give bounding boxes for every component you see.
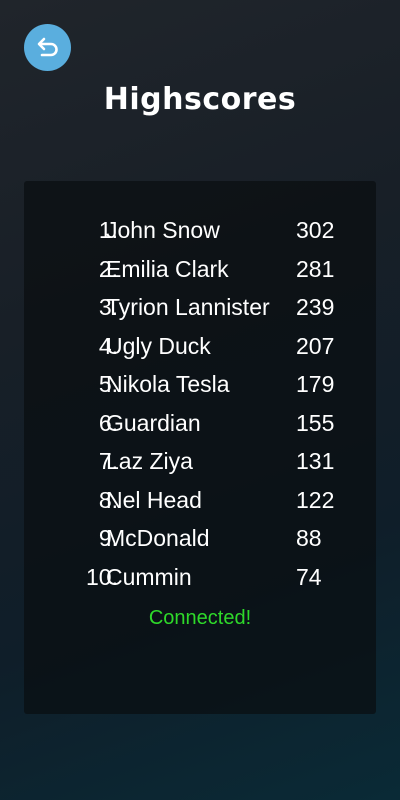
connection-status: Connected!: [148, 607, 252, 629]
highscore-row: 4. Ugly Duck 207: [24, 327, 376, 366]
highscore-row: 10. Cummin 74: [24, 558, 376, 597]
highscore-row: 3. Tyrion Lannister 239: [24, 288, 376, 327]
player-name: Tyrion Lannister: [106, 294, 270, 320]
player-score: 281: [296, 255, 335, 282]
highscore-row: 6. Guardian 155: [24, 404, 376, 443]
player-name: McDonald: [106, 525, 210, 551]
highscore-list: 1. John Snow 302 2. Emilia Clark 281 3. …: [24, 211, 376, 596]
page-title: Highscores: [103, 82, 297, 117]
player-score: 302: [296, 217, 335, 243]
player-score: 88: [296, 525, 322, 551]
player-name: Guardian: [106, 409, 201, 436]
undo-arrow-icon: [37, 37, 58, 56]
highscore-row: 9. McDonald 88: [24, 519, 376, 558]
highscore-row: 8. Nel Head 122: [24, 481, 376, 520]
player-name: Cummin: [106, 563, 192, 590]
player-name: Nel Head: [106, 486, 202, 513]
highscore-row: 5. Nikola Tesla 179: [24, 365, 376, 404]
highscore-row: 1. John Snow 302: [24, 211, 376, 250]
highscore-row: 7. Laz Ziya 131: [24, 442, 376, 481]
player-name: John Snow: [106, 217, 220, 243]
player-name: Laz Ziya: [106, 448, 193, 474]
back-button[interactable]: [24, 24, 71, 71]
highscore-panel: 1. John Snow 302 2. Emilia Clark 281 3. …: [24, 181, 376, 714]
player-score: 179: [296, 371, 335, 397]
player-score: 122: [296, 486, 335, 513]
player-score: 239: [296, 294, 335, 320]
player-name: Ugly Duck: [106, 332, 211, 359]
highscore-row: 2. Emilia Clark 281: [24, 250, 376, 289]
player-score: 207: [296, 332, 335, 359]
player-name: Nikola Tesla: [106, 371, 230, 397]
player-score: 131: [296, 448, 335, 474]
player-name: Emilia Clark: [106, 255, 229, 282]
player-score: 155: [296, 409, 335, 436]
player-score: 74: [296, 563, 322, 590]
